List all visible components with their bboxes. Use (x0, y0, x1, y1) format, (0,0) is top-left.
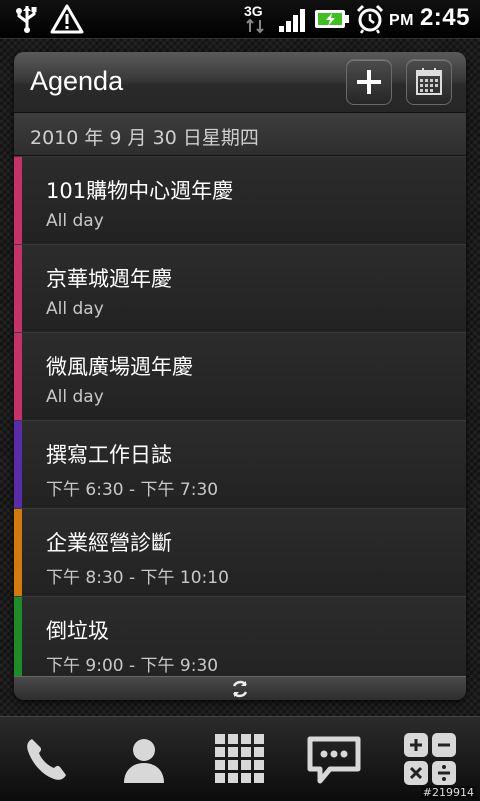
refresh-icon[interactable] (230, 678, 250, 700)
calculator-icon[interactable] (402, 731, 458, 787)
all-apps-icon[interactable] (212, 731, 268, 787)
event-item[interactable]: 撰寫工作日誌 下午 6:30 - 下午 7:30 (14, 420, 466, 509)
status-bar: 3G PM 2:45 (0, 0, 480, 39)
network-3g-icon: 3G (244, 3, 264, 34)
warning-icon (50, 4, 84, 34)
event-color-bar (14, 421, 22, 509)
event-item[interactable]: 微風廣場週年慶 All day (14, 332, 466, 421)
plus-icon (357, 70, 381, 94)
event-item[interactable]: 企業經營診斷 下午 8:30 - 下午 10:10 (14, 508, 466, 597)
alarm-icon (356, 4, 384, 34)
widget-title: Agenda (30, 66, 124, 96)
event-time: All day (46, 299, 104, 319)
clock-time: 2:45 (419, 4, 470, 31)
usb-icon (16, 6, 37, 33)
event-item[interactable]: 倒垃圾 下午 9:00 - 下午 9:30 (14, 596, 466, 678)
event-color-bar (14, 157, 22, 245)
event-time: 下午 8:30 - 下午 10:10 (46, 568, 229, 588)
event-item[interactable]: 101購物中心週年慶 All day (14, 156, 466, 245)
event-time: All day (46, 387, 104, 407)
agenda-widget[interactable]: Agenda 2010 年 9 月 30 日星期四 101購物中心週年慶 All… (14, 52, 466, 700)
event-color-bar (14, 509, 22, 597)
event-title: 微風廣場週年慶 (46, 355, 193, 379)
add-event-button[interactable] (346, 59, 392, 105)
date-header: 2010 年 9 月 30 日星期四 (14, 113, 466, 156)
event-title: 101購物中心週年慶 (46, 179, 234, 203)
dock-bar: #219914 (0, 716, 480, 801)
watermark: #219914 (420, 786, 476, 799)
event-color-bar (14, 245, 22, 333)
event-item[interactable]: 京華城週年慶 All day (14, 244, 466, 333)
clock: PM 2:45 (389, 4, 470, 32)
event-title: 企業經營診斷 (46, 531, 172, 555)
event-time: 下午 9:00 - 下午 9:30 (46, 656, 219, 676)
clock-ampm: PM (388, 12, 414, 29)
people-icon[interactable] (116, 731, 172, 787)
widget-header: Agenda (14, 52, 466, 113)
signal-icon (279, 9, 305, 32)
widget-footer (14, 676, 466, 700)
phone-icon[interactable] (20, 731, 76, 787)
event-time: All day (46, 211, 104, 231)
date-label: 2010 年 9 月 30 日星期四 (30, 127, 259, 149)
battery-charging-icon (315, 10, 349, 28)
event-title: 倒垃圾 (46, 619, 109, 643)
event-title: 撰寫工作日誌 (46, 443, 172, 467)
open-calendar-button[interactable] (406, 59, 452, 105)
svg-text:3G: 3G (244, 3, 263, 19)
event-color-bar (14, 333, 22, 421)
event-time: 下午 6:30 - 下午 7:30 (46, 480, 219, 500)
messages-icon[interactable] (306, 731, 362, 787)
event-color-bar (14, 597, 22, 678)
event-list[interactable]: 101購物中心週年慶 All day 京華城週年慶 All day 微風廣場週年… (14, 156, 466, 678)
event-title: 京華城週年慶 (46, 267, 172, 291)
calendar-icon (416, 68, 442, 95)
